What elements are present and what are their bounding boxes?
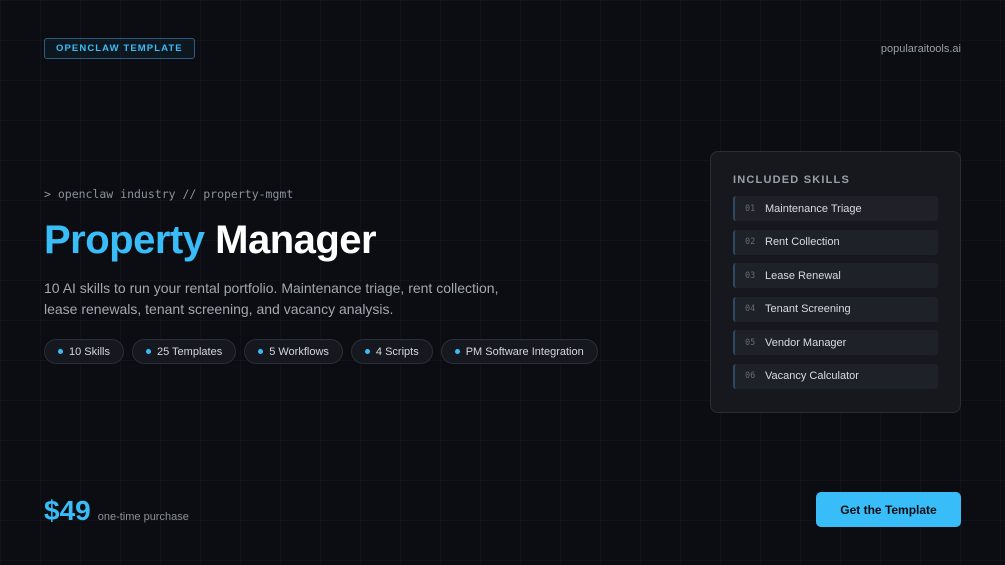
panel-title: INCLUDED SKILLS [733,174,850,186]
feature-pills: 10 Skills 25 Templates 5 Workflows 4 Scr… [44,339,598,364]
title-rest: Manager [215,218,377,262]
skill-label: Vacancy Calculator [765,370,859,382]
price-block: $49 one-time purchase [44,495,189,527]
skill-item: 01 Maintenance Triage [733,196,938,221]
skill-label: Rent Collection [765,236,840,248]
command-line: > openclaw industry // property-mgmt [44,187,294,201]
skill-label: Vendor Manager [765,336,847,349]
skill-number: 02 [745,237,756,247]
pill-templates: 25 Templates [131,339,237,364]
bullet-dot-icon [454,349,460,354]
title-accent: Property [44,218,205,262]
skill-label: Lease Renewal [765,269,841,282]
skill-item: 04 Tenant Screening [733,296,938,322]
skill-number: 06 [745,371,756,381]
hero-description: 10 AI skills to run your rental portfoli… [44,280,499,317]
get-template-button[interactable]: Get the Template [816,492,961,527]
skill-item: 05 Vendor Manager [733,330,938,355]
skill-number: 04 [745,304,756,314]
skill-item: 02 Rent Collection [733,229,938,255]
pill-label: 25 Templates [156,345,223,358]
skill-number: 05 [745,337,756,348]
skill-label: Maintenance Triage [765,202,862,215]
bullet-dot-icon [58,349,63,354]
price-amount: $49 [44,495,91,526]
price-note: one-time purchase [97,511,189,523]
pill-label: PM Software Integration [465,345,584,358]
skill-number: 03 [745,270,756,281]
included-skills-panel: INCLUDED SKILLS 01 Maintenance Triage 02… [710,151,961,413]
pill-label: 5 Workflows [269,345,329,358]
pill-skills: 10 Skills [44,339,124,364]
skill-item: 03 Lease Renewal [733,263,938,288]
pill-workflows: 5 Workflows [244,339,343,364]
bullet-dot-icon [258,349,264,354]
template-badge: OPENCLAW TEMPLATE [44,38,195,59]
skill-item: 06 Vacancy Calculator [733,363,938,389]
page-title: Property Manager [44,216,377,264]
pill-label: 4 Scripts [375,345,419,358]
bullet-dot-icon [364,349,370,354]
skill-number: 01 [745,203,756,214]
site-domain: popularaitools.ai [880,43,961,55]
pill-scripts: 4 Scripts [350,339,433,364]
pill-integration: PM Software Integration [440,339,598,364]
skill-label: Tenant Screening [765,303,851,315]
pill-label: 10 Skills [69,345,110,358]
bullet-dot-icon [145,349,151,354]
